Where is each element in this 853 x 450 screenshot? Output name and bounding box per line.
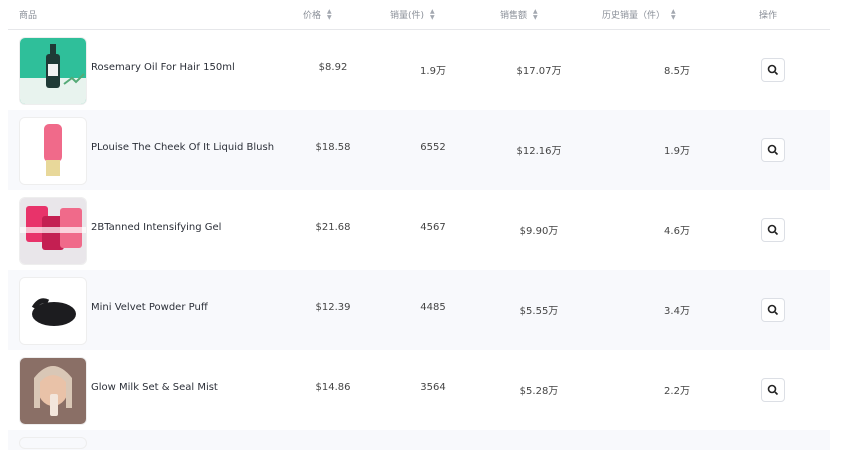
header-sales[interactable]: 销量(件) ▲ ▼: [390, 8, 435, 22]
search-icon: [767, 224, 779, 236]
sort-icon[interactable]: ▲ ▼: [533, 9, 538, 21]
history-sales-cell: 4.6万: [664, 226, 690, 237]
product-image[interactable]: [19, 37, 87, 105]
search-icon: [767, 304, 779, 316]
product-name[interactable]: PLouise The Cheek Of It Liquid Blush: [91, 142, 274, 153]
search-button[interactable]: [761, 378, 785, 402]
sales-cell: 6552: [420, 142, 446, 153]
product-name[interactable]: Glow Milk Set & Seal Mist: [91, 382, 218, 393]
table-row[interactable]: PLouise The Cheek Of It Liquid Blush $18…: [8, 110, 830, 190]
history-sales-cell: 8.5万: [664, 66, 690, 77]
price-cell: $18.58: [315, 142, 351, 153]
history-sales-cell: 2.2万: [664, 386, 690, 397]
header-sales-label: 销量(件): [390, 11, 425, 21]
search-icon: [767, 144, 779, 156]
product-name[interactable]: 2BTanned Intensifying Gel: [91, 222, 221, 233]
table-row-partial: [8, 430, 830, 450]
search-button[interactable]: [761, 298, 785, 322]
revenue-cell: $17.07万: [516, 66, 562, 77]
price-cell: $21.68: [315, 222, 351, 233]
header-product: 商品: [19, 8, 37, 21]
product-image[interactable]: [19, 197, 87, 265]
history-sales-cell: 1.9万: [664, 146, 690, 157]
search-icon: [767, 64, 779, 76]
header-price-label: 价格: [303, 11, 322, 21]
header-action-label: 操作: [759, 11, 778, 21]
search-button[interactable]: [761, 218, 785, 242]
revenue-cell: $9.90万: [519, 226, 559, 237]
product-image[interactable]: [19, 277, 87, 345]
revenue-cell: $5.55万: [519, 306, 559, 317]
search-button[interactable]: [761, 58, 785, 82]
table-row[interactable]: Mini Velvet Powder Puff $12.39 4485 $5.5…: [8, 270, 830, 350]
table-row[interactable]: 2BTanned Intensifying Gel $21.68 4567 $9…: [8, 190, 830, 270]
product-table: 商品 价格 ▲ ▼ 销量(件) ▲ ▼ 销售额 ▲ ▼ 历史销量（件） ▲ ▼ 操作: [8, 0, 830, 450]
product-name[interactable]: Rosemary Oil For Hair 150ml: [91, 62, 235, 73]
search-icon: [767, 384, 779, 396]
revenue-cell: $5.28万: [519, 386, 559, 397]
table-row[interactable]: Glow Milk Set & Seal Mist $14.86 3564 $5…: [8, 350, 830, 430]
sales-cell: 4485: [420, 302, 446, 313]
price-cell: $8.92: [318, 62, 348, 73]
price-cell: $12.39: [315, 302, 351, 313]
history-sales-cell: 3.4万: [664, 306, 690, 317]
header-action: 操作: [759, 8, 777, 21]
sort-icon[interactable]: ▲ ▼: [671, 9, 676, 21]
sales-cell: 4567: [420, 222, 446, 233]
header-product-label: 商品: [19, 11, 38, 21]
header-revenue-label: 销售额: [500, 11, 528, 21]
sort-icon[interactable]: ▲ ▼: [430, 9, 435, 21]
product-image[interactable]: [19, 357, 87, 425]
header-revenue[interactable]: 销售额 ▲ ▼: [500, 8, 538, 22]
product-image: [19, 437, 87, 449]
search-button[interactable]: [761, 138, 785, 162]
header-price[interactable]: 价格 ▲ ▼: [303, 8, 332, 22]
header-history-label: 历史销量（件）: [602, 11, 666, 21]
product-image[interactable]: [19, 117, 87, 185]
revenue-cell: $12.16万: [516, 146, 562, 157]
sort-icon[interactable]: ▲ ▼: [327, 9, 332, 21]
table-row[interactable]: Rosemary Oil For Hair 150ml $8.92 1.9万 $…: [8, 30, 830, 110]
price-cell: $14.86: [315, 382, 351, 393]
sales-cell: 3564: [420, 382, 446, 393]
sales-cell: 1.9万: [420, 66, 446, 77]
product-name[interactable]: Mini Velvet Powder Puff: [91, 302, 208, 313]
table-header: 商品 价格 ▲ ▼ 销量(件) ▲ ▼ 销售额 ▲ ▼ 历史销量（件） ▲ ▼ 操作: [8, 0, 830, 30]
header-history-sales[interactable]: 历史销量（件） ▲ ▼: [602, 8, 676, 22]
